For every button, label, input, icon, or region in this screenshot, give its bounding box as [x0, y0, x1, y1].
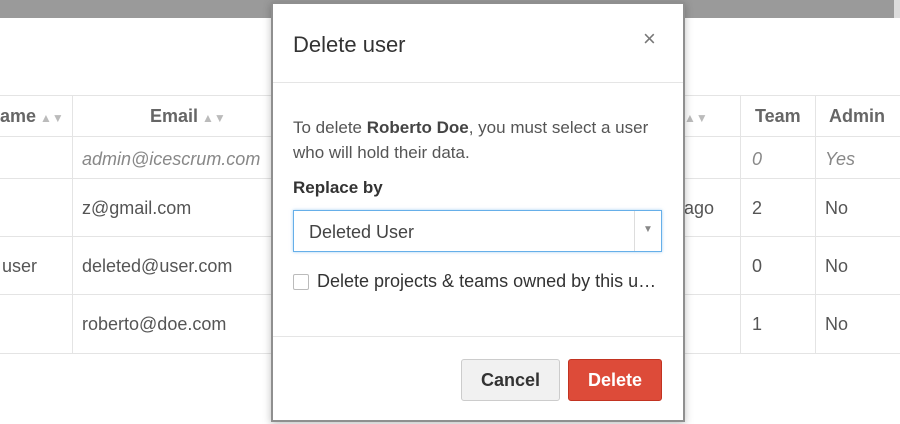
- row-admin: No: [825, 314, 849, 334]
- cancel-button[interactable]: Cancel: [461, 359, 560, 401]
- row-teams: 2: [752, 198, 763, 218]
- row-admin: No: [825, 198, 849, 218]
- row-teams: 0: [752, 256, 763, 276]
- header-admin: Admin: [829, 106, 885, 126]
- row-last-login: ago: [684, 198, 715, 218]
- row-email: admin@icescrum.com: [82, 149, 261, 169]
- replace-user-value: Deleted User: [309, 222, 415, 242]
- sort-icon: ▲▼: [40, 111, 64, 125]
- delete-button[interactable]: Delete: [568, 359, 662, 401]
- row-email: deleted@user.com: [82, 256, 233, 276]
- modal-footer: Cancel Delete: [273, 336, 683, 423]
- row-admin: Yes: [825, 149, 856, 169]
- top-bar-edge: [894, 0, 900, 18]
- modal-header: Delete user ×: [273, 4, 683, 83]
- row-admin: No: [825, 256, 849, 276]
- delete-owned-checkbox[interactable]: [293, 274, 309, 290]
- row-teams: 1: [752, 314, 763, 334]
- replace-user-select[interactable]: Deleted User ▼: [293, 210, 662, 252]
- row-teams: 0: [752, 149, 763, 169]
- close-icon[interactable]: ×: [643, 28, 656, 50]
- modal-body: To delete Roberto Doe, you must select a…: [273, 83, 683, 336]
- header-email[interactable]: Email ▲▼: [150, 106, 226, 128]
- sort-icon: ▲▼: [202, 111, 226, 125]
- header-name[interactable]: ame ▲▼: [0, 106, 64, 128]
- replace-by-label: Replace by: [293, 178, 383, 197]
- row-email: z@gmail.com: [82, 198, 192, 218]
- delete-owned-label[interactable]: Delete projects & teams owned by this us…: [317, 271, 663, 292]
- modal-title: Delete user: [293, 32, 406, 57]
- header-teams: Team: [755, 106, 801, 126]
- caret-down-icon: ▼: [643, 224, 653, 235]
- row-email: roberto@doe.com: [82, 314, 227, 334]
- row-name: user: [2, 256, 38, 276]
- sort-icon: ▲▼: [684, 111, 708, 125]
- delete-description: To delete Roberto Doe, you must select a…: [293, 118, 649, 162]
- select-arrow[interactable]: ▼: [634, 211, 661, 251]
- delete-user-modal: Delete user × To delete Roberto Doe, you…: [271, 2, 685, 422]
- user-name: Roberto Doe: [366, 118, 469, 137]
